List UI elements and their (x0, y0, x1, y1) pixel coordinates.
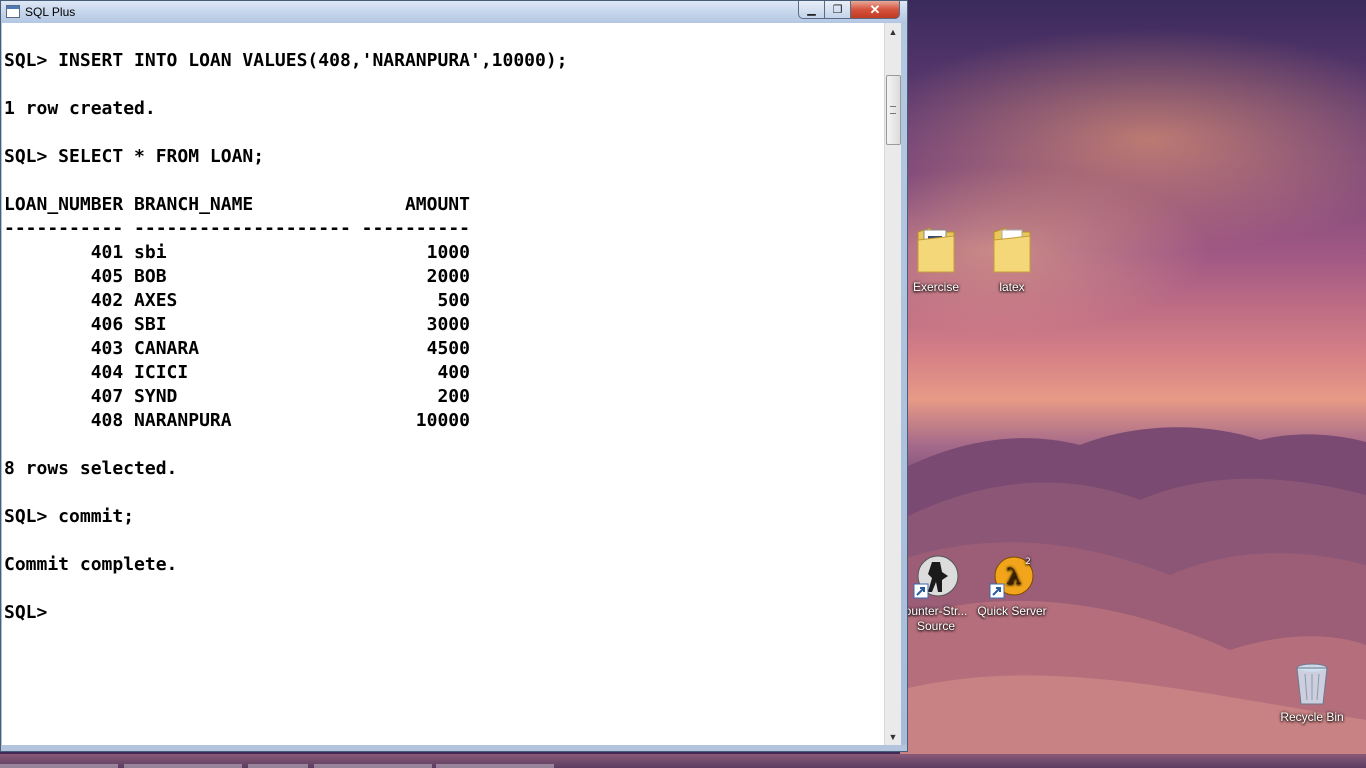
cell-amount: 400 (437, 362, 470, 383)
desktop-icon-label: latex (999, 280, 1025, 294)
desktop-icon-latex[interactable]: latex (974, 222, 1050, 295)
taskbar-slot[interactable] (124, 764, 242, 768)
console-line: 1 row created. (4, 98, 156, 119)
half-life-icon: λ 2 (989, 556, 1034, 599)
cell-amount: 10000 (415, 410, 470, 431)
desktop-icon-quick-server[interactable]: λ 2 Quick Server (974, 554, 1050, 619)
desktop-icon-label: ounter-Str... (904, 604, 968, 618)
svg-text:λ: λ (1006, 564, 1021, 590)
result-header-row: LOAN_NUMBER BRANCH_NAME AMOUNT (4, 193, 884, 217)
cell-amount: 2000 (426, 266, 470, 287)
cell-loan-number: 401 (90, 242, 124, 263)
sqlplus-window[interactable]: SQL Plus ▁ ❐ ✕ SQL> INSERT INTO LOAN VAL… (0, 0, 908, 752)
folder-icon (993, 227, 1031, 273)
desktop-icon-label-line2: Source (916, 619, 956, 633)
desktop-icon-label: Recycle Bin (1280, 710, 1344, 724)
console-line: SQL> INSERT INTO LOAN VALUES(408,'NARANP… (4, 50, 568, 71)
scroll-down-button[interactable]: ▼ (885, 728, 901, 745)
vertical-scrollbar[interactable]: ▲ ▼ (884, 23, 901, 745)
scroll-up-button[interactable]: ▲ (885, 23, 901, 40)
cell-loan-number: 407 (90, 386, 124, 407)
taskbar-slot[interactable] (436, 764, 554, 768)
sql-console-output[interactable]: SQL> INSERT INTO LOAN VALUES(408,'NARANP… (2, 23, 884, 745)
desktop-icon-counter-strike-source[interactable]: ounter-Str... Source (898, 554, 974, 634)
scrollbar-thumb[interactable] (886, 75, 901, 145)
cell-branch-name: sbi (134, 242, 167, 263)
desktop-icon-exercise[interactable]: Exercise (898, 222, 974, 295)
cell-branch-name: CANARA (134, 338, 200, 359)
window-titlebar[interactable]: SQL Plus (1, 1, 907, 23)
result-separator: ----------- -------------------- -------… (4, 218, 470, 239)
sqlplus-app-icon (6, 5, 20, 18)
cell-amount: 500 (437, 290, 470, 311)
console-line: Commit complete. (4, 554, 178, 575)
cell-loan-number: 405 (90, 266, 124, 287)
minimize-icon: ▁ (807, 4, 816, 16)
taskbar-slot[interactable] (0, 764, 118, 768)
restore-button[interactable]: ❐ (824, 1, 851, 19)
table-row: 403 CANARA 4500 (4, 337, 884, 361)
table-row: 404 ICICI 400 (4, 361, 884, 385)
cell-branch-name: AXES (134, 290, 178, 311)
table-row: 408 NARANPURA 10000 (4, 409, 884, 433)
cell-loan-number: 404 (90, 362, 124, 383)
column-header-branch-name: BRANCH_NAME (134, 194, 254, 215)
close-icon: ✕ (869, 1, 881, 17)
cell-loan-number: 408 (90, 410, 124, 431)
cell-loan-number: 403 (90, 338, 124, 359)
svg-text:2: 2 (1025, 557, 1031, 567)
folder-icon (917, 227, 955, 273)
cell-branch-name: SBI (134, 314, 167, 335)
cell-branch-name: BOB (134, 266, 167, 287)
console-text: SQL> INSERT INTO LOAN VALUES(408,'NARANP… (2, 49, 884, 625)
table-row: 407 SYND 200 (4, 385, 884, 409)
cell-amount: 4500 (426, 338, 470, 359)
cell-branch-name: ICICI (134, 362, 189, 383)
taskbar-slot[interactable] (314, 764, 432, 768)
console-line: 8 rows selected. (4, 458, 178, 479)
desktop-icon-label: Exercise (912, 280, 959, 294)
desktop-icon-label: Quick Server (977, 604, 1047, 618)
counter-strike-icon (913, 555, 959, 599)
table-row: 401 sbi 1000 (4, 241, 884, 265)
column-header-amount: AMOUNT (404, 194, 470, 215)
recycle-bin-icon (1296, 663, 1328, 705)
table-row: 405 BOB 2000 (4, 265, 884, 289)
column-header-loan-number: LOAN_NUMBER (4, 194, 124, 215)
window-title: SQL Plus (25, 5, 76, 19)
cell-loan-number: 402 (90, 290, 124, 311)
sql-prompt-line: SQL> commit; (4, 506, 135, 527)
cell-amount: 200 (437, 386, 470, 407)
taskbar-slot[interactable] (248, 764, 308, 768)
cell-branch-name: SYND (134, 386, 178, 407)
table-row: 402 AXES 500 (4, 289, 884, 313)
minimize-button[interactable]: ▁ (798, 1, 825, 19)
cell-loan-number: 406 (90, 314, 124, 335)
table-row: 406 SBI 3000 (4, 313, 884, 337)
close-button[interactable]: ✕ (850, 1, 900, 19)
cell-amount: 1000 (426, 242, 470, 263)
desktop-icon-recycle-bin[interactable]: Recycle Bin (1274, 660, 1350, 725)
cell-amount: 3000 (426, 314, 470, 335)
sql-prompt-line: SQL> (4, 602, 48, 623)
console-line: SQL> SELECT * FROM LOAN; (4, 146, 265, 167)
restore-icon: ❐ (832, 4, 843, 16)
cell-branch-name: NARANPURA (134, 410, 232, 431)
window-bottom-frame[interactable] (1, 745, 907, 751)
